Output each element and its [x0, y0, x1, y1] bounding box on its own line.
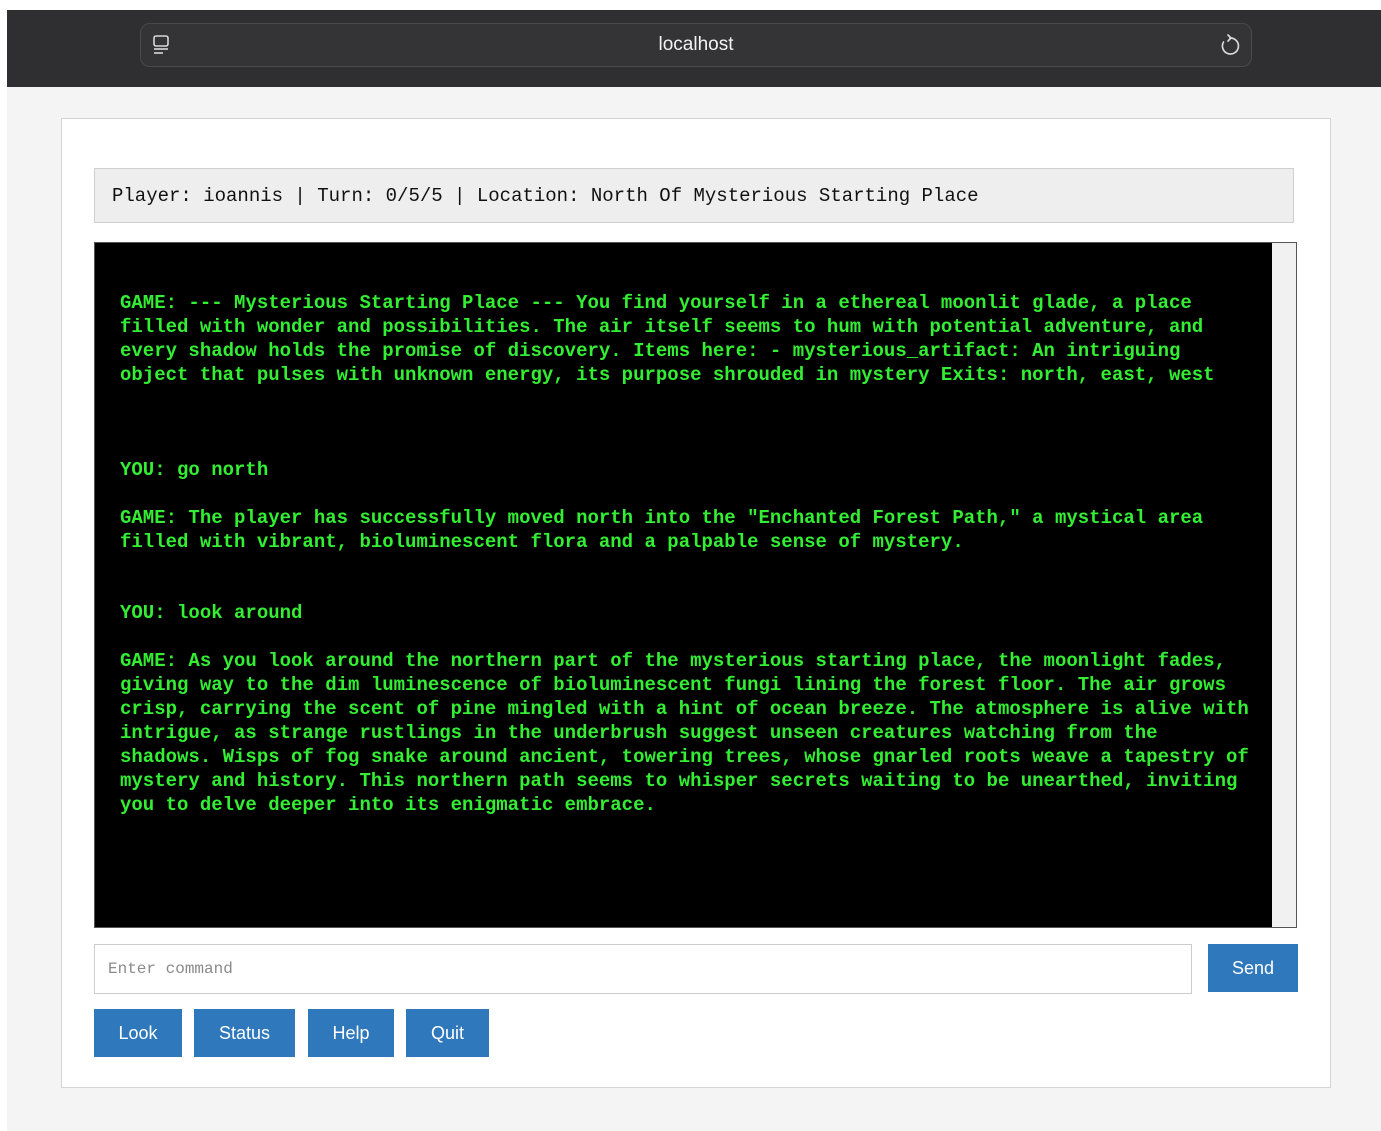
status-bar: Player: ioannis | Turn: 0/5/5 | Location…	[94, 168, 1294, 223]
game-log[interactable]: GAME: --- Mysterious Starting Place --- …	[94, 242, 1297, 928]
help-button[interactable]: Help	[308, 1009, 394, 1057]
log-message: GAME: --- Mysterious Starting Place --- …	[120, 292, 1215, 386]
browser-toolbar: localhost	[7, 10, 1381, 87]
scrollbar[interactable]	[1272, 243, 1296, 927]
quit-button[interactable]: Quit	[406, 1009, 489, 1057]
game-container: Player: ioannis | Turn: 0/5/5 | Location…	[61, 118, 1331, 1088]
browser-window: localhost Player: ioannis | Turn: 0/5/5 …	[7, 10, 1381, 1131]
url-text[interactable]: localhost	[141, 24, 1251, 66]
command-input[interactable]	[94, 944, 1192, 994]
log-message: GAME: As you look around the northern pa…	[120, 650, 1249, 816]
log-message: GAME: The player has successfully moved …	[120, 507, 1204, 553]
game-log-content: GAME: --- Mysterious Starting Place --- …	[95, 243, 1271, 927]
look-button[interactable]: Look	[94, 1009, 182, 1057]
address-bar[interactable]: localhost	[140, 23, 1252, 67]
status-button[interactable]: Status	[194, 1009, 295, 1057]
log-message: YOU: go north	[120, 459, 269, 481]
send-button[interactable]: Send	[1208, 944, 1298, 992]
reload-icon[interactable]	[1219, 33, 1241, 57]
log-message: YOU: look around	[120, 602, 303, 624]
